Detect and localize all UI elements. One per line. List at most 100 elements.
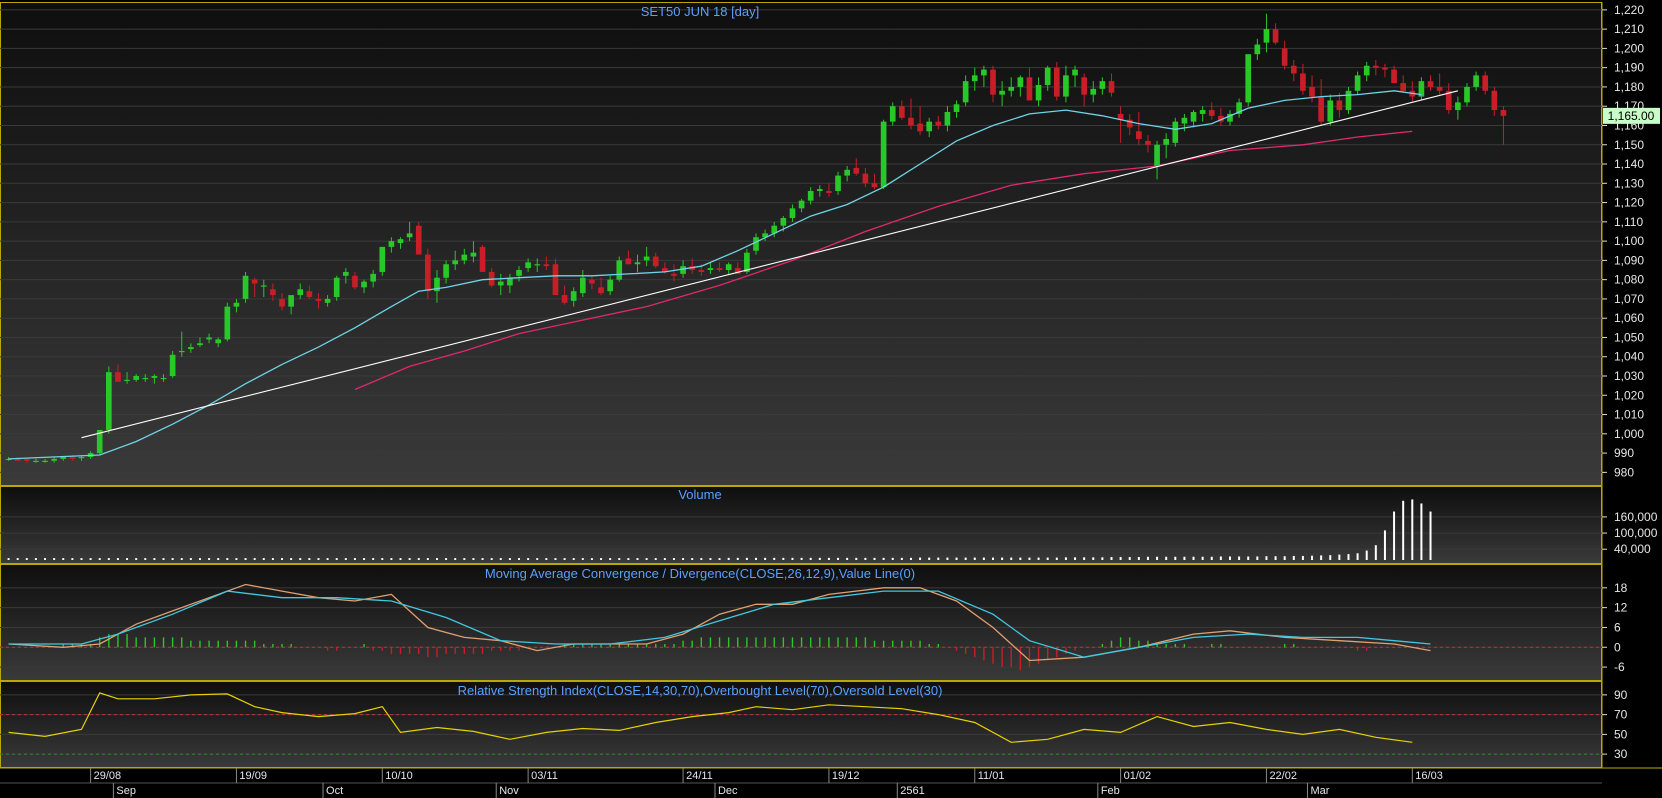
- candle-down: [1026, 77, 1033, 101]
- candle-down: [589, 279, 595, 284]
- candle-up: [1473, 75, 1479, 87]
- candle-up: [233, 302, 240, 307]
- rsi-tick-label: 30: [1614, 747, 1628, 761]
- candle-up: [643, 256, 650, 261]
- candle-down: [352, 275, 358, 288]
- rsi-tick-label: 50: [1614, 727, 1628, 741]
- candle-up: [1464, 86, 1470, 103]
- candle-up: [1063, 75, 1069, 97]
- candle-down: [1272, 29, 1279, 43]
- candle-down: [115, 372, 121, 382]
- candle-up: [160, 377, 167, 380]
- candle-up: [452, 260, 459, 265]
- candle-up: [169, 354, 176, 377]
- candle-up: [197, 343, 203, 346]
- candle-down: [1336, 100, 1343, 111]
- candle-up: [835, 175, 841, 192]
- candle-down: [899, 106, 905, 118]
- candle-up: [725, 264, 732, 271]
- candle-down: [1208, 110, 1215, 116]
- candle-down: [415, 225, 422, 255]
- candle-down: [270, 289, 276, 296]
- candle-up: [1263, 29, 1270, 43]
- price-tick-label: 1,110: [1614, 215, 1643, 229]
- candle-down: [306, 291, 313, 297]
- candle-up: [78, 456, 85, 459]
- candle-down: [1081, 77, 1087, 95]
- candle-up: [1035, 85, 1042, 101]
- candle-up: [1099, 81, 1106, 89]
- candle-up: [497, 281, 504, 286]
- candle-down: [625, 258, 632, 265]
- macd-chart-title: Moving Average Convergence / Divergence(…: [485, 566, 915, 581]
- price-tick-label: 1,000: [1614, 427, 1644, 441]
- candle-down: [425, 254, 431, 292]
- candle-down: [1136, 131, 1142, 139]
- date-label: 29/08: [94, 770, 122, 782]
- candle-down: [69, 456, 76, 459]
- candle-up: [42, 460, 48, 463]
- price-tick-label: 1,050: [1614, 330, 1644, 344]
- candle-up: [579, 277, 586, 294]
- price-tick-label: 1,150: [1614, 138, 1644, 152]
- candle-up: [525, 262, 531, 269]
- candle-down: [853, 167, 860, 174]
- candle-up: [242, 275, 249, 299]
- price-tick-label: 980: [1614, 465, 1634, 479]
- candle-up: [798, 200, 805, 209]
- candle-up: [51, 458, 57, 461]
- candle-up: [516, 270, 522, 276]
- candle-up: [397, 239, 404, 244]
- date-label: 11/01: [978, 770, 1005, 782]
- candle-up: [971, 75, 978, 82]
- candle-up: [1327, 100, 1334, 122]
- month-label: Nov: [499, 785, 519, 797]
- candle-down: [1382, 67, 1388, 70]
- price-tick-label: 1,100: [1614, 234, 1644, 248]
- date-label: 16/03: [1415, 770, 1443, 782]
- candle-up: [142, 377, 149, 380]
- candle-up: [1090, 88, 1097, 95]
- candle-down: [479, 246, 486, 272]
- candle-up: [342, 271, 349, 276]
- candle-up: [607, 279, 613, 292]
- candle-up: [1044, 67, 1051, 86]
- chart-panes: [0, 2, 1662, 784]
- candle-up: [981, 69, 987, 76]
- candle-up: [288, 295, 294, 307]
- candle-up: [1190, 111, 1197, 122]
- candle-up: [1181, 117, 1188, 124]
- candle-down: [279, 298, 285, 307]
- candle-up: [297, 289, 304, 296]
- candle-up: [1172, 121, 1179, 143]
- candle-down: [561, 295, 568, 303]
- candle-up: [1254, 44, 1261, 55]
- candle-down: [1318, 96, 1324, 122]
- candle-down: [251, 279, 258, 284]
- candle-down: [543, 264, 550, 267]
- candle-up: [844, 169, 850, 176]
- date-label: 22/02: [1269, 770, 1297, 782]
- candle-up: [1345, 90, 1352, 111]
- candle-down: [1391, 69, 1397, 84]
- candle-down: [862, 173, 869, 184]
- month-label: Dec: [718, 785, 738, 797]
- price-tick-label: 1,020: [1614, 388, 1644, 402]
- candle-up: [406, 233, 413, 238]
- last-price-tag: 1,165.00: [1603, 107, 1660, 124]
- price-tick-label: 1,210: [1614, 22, 1644, 36]
- price-tick-label: 1,130: [1614, 176, 1644, 190]
- macd-tick-label: 18: [1614, 581, 1628, 595]
- candle-down: [1491, 90, 1498, 111]
- candle-up: [889, 106, 896, 122]
- macd-tick-label: 0: [1614, 640, 1621, 654]
- candle-down: [826, 191, 832, 193]
- candle-up: [333, 277, 340, 297]
- candle-up: [461, 254, 468, 261]
- date-label: 03/11: [531, 770, 558, 782]
- candle-up: [962, 81, 969, 103]
- candle-down: [1290, 65, 1297, 74]
- price-tick-label: 1,140: [1614, 157, 1644, 171]
- price-tick-label: 1,180: [1614, 80, 1644, 94]
- candle-down: [598, 287, 604, 294]
